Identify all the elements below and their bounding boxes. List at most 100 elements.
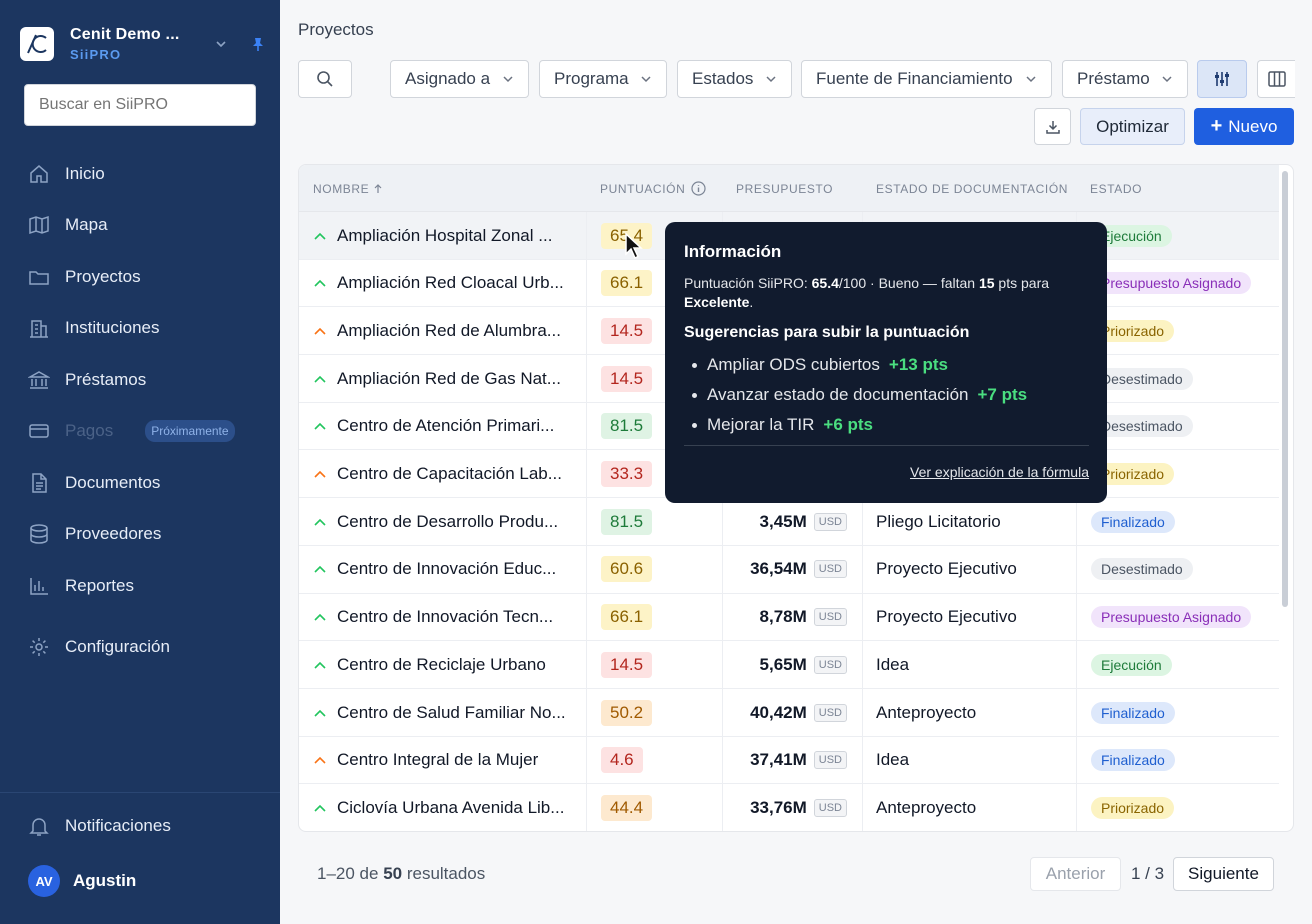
status-badge: Presupuesto Asignado — [1091, 606, 1252, 629]
column-header-budget[interactable]: PRESUPUESTO — [736, 165, 833, 212]
project-name-cell[interactable]: Ampliación Red de Alumbra... — [313, 307, 583, 354]
filter-funding-dropdown[interactable]: Fuente de Financiamiento — [801, 60, 1052, 98]
score-badge: 81.5 — [601, 413, 653, 440]
filter-loan-dropdown[interactable]: Préstamo — [1062, 60, 1188, 98]
table-row[interactable]: Ciclovía Urbana Avenida Lib... 44.4 33,76M… — [299, 784, 1279, 831]
status-badge: Ejecución — [1091, 653, 1172, 676]
filter-settings-button[interactable] — [1197, 60, 1247, 98]
project-name-cell[interactable]: Ampliación Red de Gas Nat... — [313, 355, 583, 402]
columns-button[interactable] — [1257, 60, 1295, 98]
pin-icon[interactable] — [250, 36, 266, 52]
project-name-cell[interactable]: Centro de Innovación Educ... — [313, 546, 583, 593]
column-header-state[interactable]: ESTADO — [1090, 165, 1142, 212]
project-name-cell[interactable]: Centro de Reciclaje Urbano — [313, 641, 583, 688]
sidebar-item-label: Reportes — [65, 575, 134, 595]
bank-icon — [28, 370, 50, 389]
table-header: NOMBRE PUNTUACIÓN PRESUPUESTO ESTADO DE … — [299, 165, 1279, 212]
chevron-down-icon — [766, 76, 776, 83]
suggestion-text: Ampliar ODS cubiertos — [707, 355, 880, 374]
score-cell: 44.4 — [601, 784, 653, 831]
currency-badge: USD — [813, 703, 847, 722]
doc-state-cell: Proyecto Ejecutivo — [876, 559, 1017, 579]
budget-cell: 36,54M USD — [724, 546, 847, 593]
sidebar-item-instituciones[interactable]: Instituciones — [0, 303, 280, 355]
budget-value: 8,78M — [759, 607, 807, 627]
score-badge: 60.6 — [601, 556, 653, 583]
formula-explanation-link[interactable]: Ver explicación de la fórmula — [910, 464, 1089, 480]
sidebar-item-mapa[interactable]: Mapa — [0, 200, 280, 252]
sidebar-item-inicio[interactable]: Inicio — [0, 148, 280, 200]
new-project-button[interactable]: + Nuevo — [1194, 108, 1294, 145]
app-logo — [20, 27, 54, 61]
chevron-up-icon — [314, 423, 326, 430]
table-row[interactable]: Centro de Innovación Tecn... 66.1 8,78M USD… — [299, 594, 1279, 642]
sidebar-item-configuracion[interactable]: Configuración — [0, 622, 280, 674]
filter-label: Préstamo — [1077, 69, 1150, 88]
project-name-cell[interactable]: Centro de Capacitación Lab... — [313, 451, 583, 498]
status-cell: Presupuesto Asignado — [1091, 594, 1252, 641]
currency-badge: USD — [813, 751, 847, 770]
project-name: Ampliación Red de Gas Nat... — [337, 368, 561, 388]
project-name-cell[interactable]: Ampliación Hospital Zonal ... — [313, 212, 583, 259]
project-name-cell[interactable]: Centro de Innovación Tecn... — [313, 594, 583, 641]
status-badge: Finalizado — [1091, 701, 1175, 724]
sidebar-search-input[interactable] — [24, 84, 256, 126]
score-badge: 14.5 — [601, 651, 653, 678]
table-row[interactable]: Centro de Desarrollo Produ... 81.5 3,45M US… — [299, 498, 1279, 546]
org-name: Cenit Demo ... — [70, 26, 180, 43]
budget-value: 5,65M — [759, 654, 807, 674]
suggestion-points: +6 pts — [823, 415, 873, 434]
sidebar-item-documentos[interactable]: Documentos — [0, 457, 280, 509]
chevron-up-icon — [314, 709, 326, 717]
org-switcher[interactable]: Cenit Demo ... SiiPRO — [20, 26, 266, 62]
sidebar-item-prestamos[interactable]: Préstamos — [0, 354, 280, 406]
score-badge: 50.2 — [601, 699, 653, 726]
table-row[interactable]: Centro Integral de la Mujer 4.6 37,41M USD I… — [299, 737, 1279, 785]
suggestion-item: Ampliar ODS cubiertos +13 pts — [684, 350, 1088, 380]
column-state-label: ESTADO — [1090, 181, 1143, 196]
project-name-cell[interactable]: Centro Integral de la Mujer — [313, 737, 583, 784]
sidebar-item-reportes[interactable]: Reportes — [0, 560, 280, 612]
table-scrollbar[interactable] — [1282, 171, 1288, 607]
tooltip-text: /100 · Bueno — faltan — [838, 275, 979, 291]
project-name-cell[interactable]: Centro de Atención Primari... — [313, 403, 583, 450]
column-header-doc-state[interactable]: ESTADO DE DOCUMENTACIÓN — [876, 165, 1068, 212]
sidebar-item-proveedores[interactable]: Proveedores — [0, 509, 280, 561]
info-icon[interactable] — [691, 181, 706, 196]
chevron-up-icon — [314, 232, 326, 240]
column-header-score[interactable]: PUNTUACIÓN — [600, 165, 706, 212]
budget-cell: 3,45M USD — [724, 498, 847, 545]
filter-assigned-dropdown[interactable]: Asignado a — [390, 60, 529, 98]
pagination-prev-button[interactable]: Anterior — [1030, 857, 1121, 891]
tooltip-suggestions-title: Sugerencias para subir la puntuación — [684, 324, 970, 341]
filter-program-dropdown[interactable]: Programa — [539, 60, 667, 98]
sidebar-item-proyectos[interactable]: Proyectos — [0, 251, 280, 303]
chevron-up-icon — [314, 661, 326, 669]
status-badge: Finalizado — [1091, 510, 1175, 533]
budget-value: 3,45M — [759, 511, 807, 531]
status-cell: Ejecución — [1091, 641, 1172, 688]
user-menu[interactable]: AV Agustin — [0, 859, 280, 903]
chevron-down-icon[interactable] — [214, 37, 228, 51]
doc-state-cell: Pliego Licitatorio — [876, 511, 1001, 531]
optimize-button[interactable]: Optimizar — [1080, 108, 1185, 145]
project-name-cell[interactable]: Ampliación Red Cloacal Urb... — [313, 260, 583, 307]
column-doc-state-label: ESTADO DE DOCUMENTACIÓN — [876, 181, 1069, 196]
column-header-name[interactable]: NOMBRE — [313, 165, 383, 212]
table-search-button[interactable] — [298, 60, 352, 98]
project-name-cell[interactable]: Centro de Desarrollo Produ... — [313, 498, 583, 545]
project-name-cell[interactable]: Centro de Salud Familiar No... — [313, 689, 583, 736]
table-row[interactable]: Centro de Reciclaje Urbano 14.5 5,65M USD Id… — [299, 641, 1279, 689]
status-badge: Presupuesto Asignado — [1091, 272, 1252, 295]
table-row[interactable]: Centro de Salud Familiar No... 50.2 40,42M… — [299, 689, 1279, 737]
chevron-up-icon — [314, 757, 326, 764]
notifications-item[interactable]: Notificaciones — [0, 793, 280, 859]
pagination-next-button[interactable]: Siguiente — [1173, 857, 1274, 891]
table-row[interactable]: Centro de Innovación Educ... 60.6 36,54M US… — [299, 546, 1279, 594]
filter-states-dropdown[interactable]: Estados — [677, 60, 792, 98]
project-name: Centro de Desarrollo Produ... — [337, 511, 559, 531]
download-button[interactable] — [1034, 108, 1071, 145]
page-title: Proyectos — [298, 20, 374, 39]
project-name-cell[interactable]: Ciclovía Urbana Avenida Lib... — [313, 784, 583, 831]
new-button-label: Nuevo — [1228, 116, 1278, 136]
